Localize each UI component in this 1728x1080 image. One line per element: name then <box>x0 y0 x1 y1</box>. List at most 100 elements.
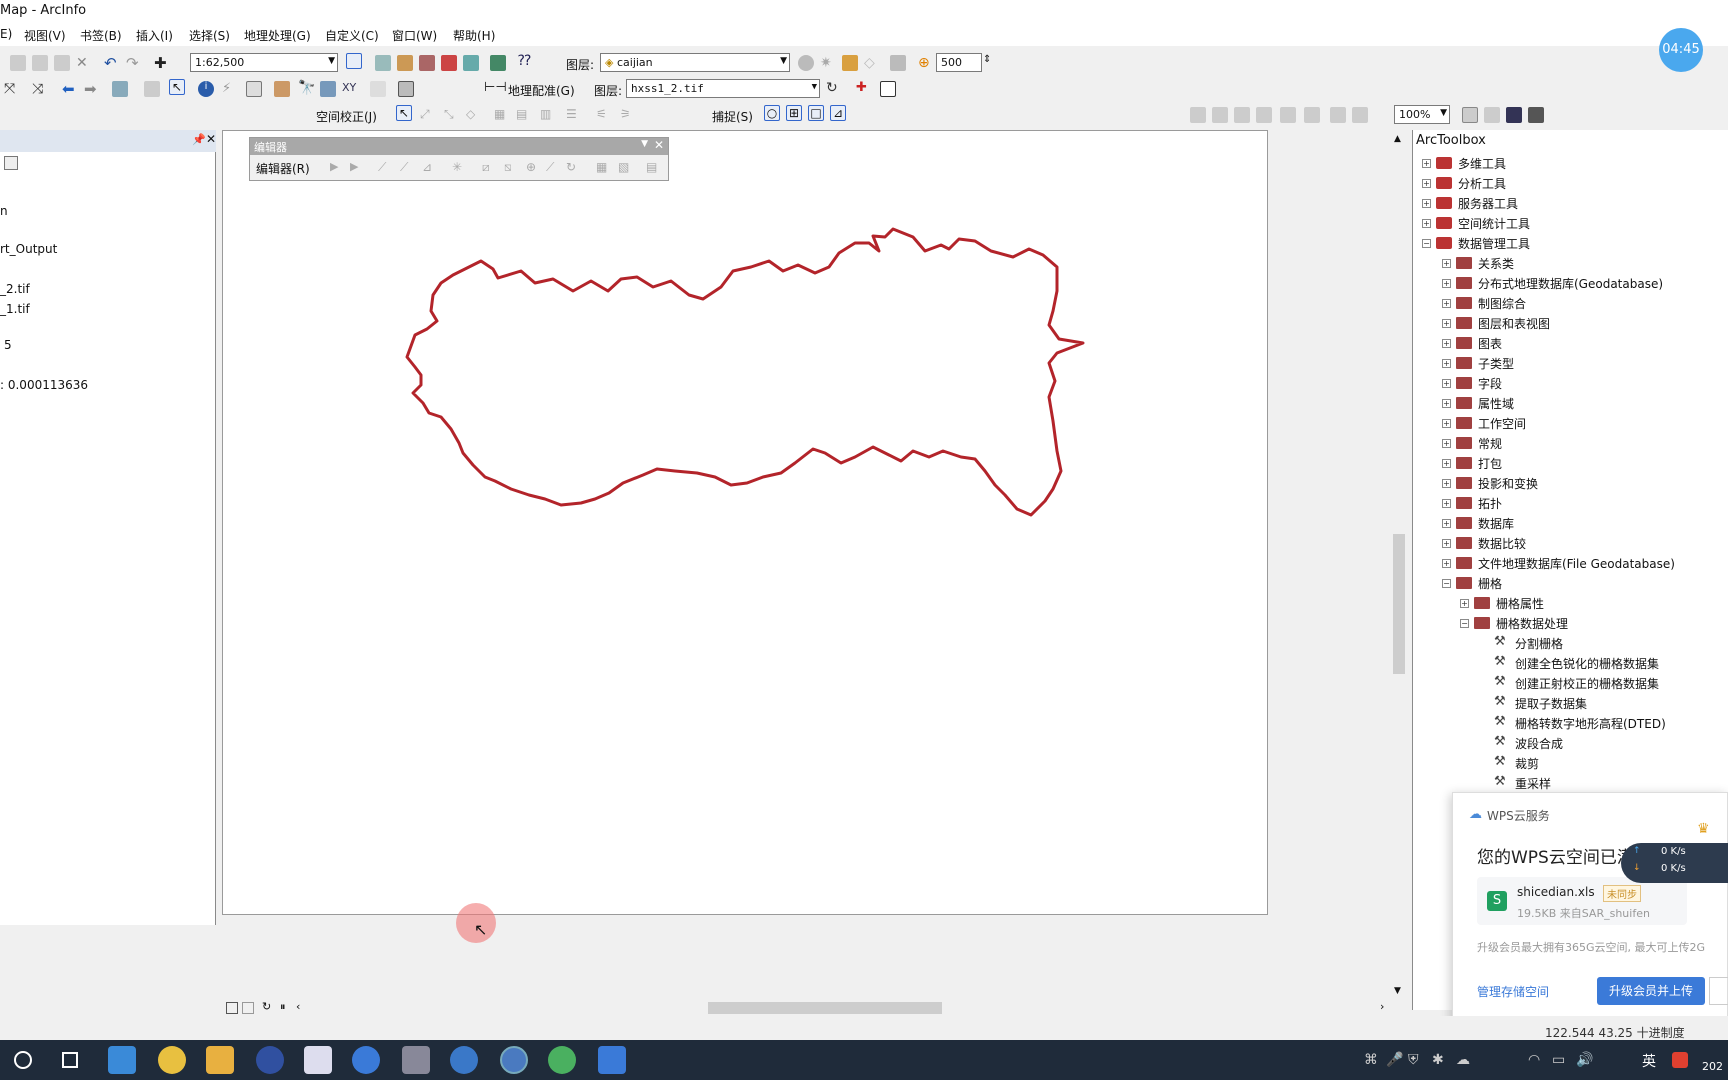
tree-item-topology[interactable]: 拓扑 <box>1478 495 1502 512</box>
rotate-icon[interactable]: ↻ <box>566 160 582 176</box>
layout-full-icon[interactable] <box>1256 107 1272 123</box>
end-point-arc-icon[interactable]: ⟋ <box>400 160 416 176</box>
layout-pan-icon[interactable] <box>1234 107 1250 123</box>
layout-view-icon[interactable] <box>242 1002 254 1014</box>
zoom-in-fixed-icon[interactable]: ⤧ <box>4 81 20 97</box>
tool-split-raster[interactable]: 分割栅格 <box>1515 635 1563 652</box>
viewer-icon[interactable] <box>398 81 414 97</box>
scroll-thumb[interactable] <box>1393 534 1405 674</box>
expand-icon[interactable]: + <box>1442 479 1451 488</box>
point-icon[interactable]: ✳ <box>452 160 468 176</box>
list-options-icon[interactable] <box>4 156 18 170</box>
map-view[interactable] <box>222 130 1268 915</box>
tree-item-generalization[interactable]: 制图综合 <box>1478 295 1526 312</box>
horizontal-scrollbar[interactable]: ↻ ⏸ ‹ › <box>222 1000 1392 1016</box>
link-table-icon-2[interactable]: ▥ <box>540 107 556 123</box>
multi-link-icon[interactable]: ◇ <box>466 107 482 123</box>
expand-icon[interactable]: + <box>1460 599 1469 608</box>
add-data-icon[interactable]: ✚ <box>154 54 170 72</box>
redo-icon[interactable]: ↷ <box>126 54 142 72</box>
tool-orthocorrected[interactable]: 创建正射校正的栅格数据集 <box>1515 675 1659 692</box>
edit-vertices-icon[interactable]: ⧄ <box>482 160 498 176</box>
attribute-transfer-icon[interactable]: ☰ <box>566 107 582 123</box>
point-snapping-icon[interactable]: ○ <box>764 105 780 121</box>
edit-tool-icon[interactable]: ↖ <box>396 105 412 121</box>
expand-icon[interactable]: + <box>1442 299 1451 308</box>
expand-icon[interactable]: + <box>1442 519 1451 528</box>
find-icon[interactable]: 🔭 <box>298 80 315 96</box>
delete-icon[interactable]: ✕ <box>76 55 92 71</box>
manage-storage-link[interactable]: 管理存储空间 <box>1477 983 1549 1000</box>
trace-icon[interactable]: ⊿ <box>422 160 438 176</box>
expand-icon[interactable]: + <box>1442 259 1451 268</box>
straight-segment-icon[interactable]: ⟋ <box>378 160 394 176</box>
toc-item[interactable]: _2.tif <box>0 282 30 296</box>
chevron-down-icon[interactable]: ▼ <box>641 139 648 149</box>
catalog-icon[interactable] <box>397 55 413 71</box>
hscroll-thumb[interactable] <box>708 1002 942 1014</box>
focus-data-frame-icon[interactable] <box>1484 107 1500 123</box>
tree-item-raster-properties[interactable]: 栅格属性 <box>1496 595 1544 612</box>
cut-polygons-icon[interactable]: ⊕ <box>526 160 542 176</box>
change-layout-icon[interactable] <box>1506 107 1522 123</box>
refresh-icon[interactable]: ↻ <box>262 1000 271 1013</box>
tray-network-icon[interactable]: ⌘ <box>1364 1052 1378 1068</box>
menu-help[interactable]: 帮助(H) <box>453 27 495 44</box>
tray-battery-icon[interactable]: ▭ <box>1552 1052 1565 1068</box>
tray-mic-icon[interactable]: 🎤 <box>1386 1052 1403 1068</box>
expand-icon[interactable]: + <box>1442 439 1451 448</box>
wps-tray-icon[interactable] <box>1672 1052 1688 1068</box>
menu-bookmarks[interactable]: 书签(B) <box>80 27 122 44</box>
vertical-scrollbar[interactable]: ▲ ▼ <box>1392 130 1406 1000</box>
arcmap-icon[interactable] <box>450 1046 478 1074</box>
back-icon[interactable]: ⬅ <box>62 80 78 98</box>
expand-icon[interactable]: + <box>1442 359 1451 368</box>
tree-item-general[interactable]: 常规 <box>1478 435 1502 452</box>
scale-combo[interactable]: 1:62,500 ▼ <box>190 53 338 72</box>
tree-item-fields[interactable]: 字段 <box>1478 375 1502 392</box>
link-table-icon[interactable] <box>880 81 896 97</box>
menu-insert[interactable]: 插入(I) <box>136 27 173 44</box>
expand-icon[interactable]: + <box>1442 419 1451 428</box>
arcinfo-active-icon[interactable] <box>500 1046 528 1074</box>
vertex-snapping-icon[interactable]: □ <box>808 105 824 121</box>
tool-composite-bands[interactable]: 波段合成 <box>1515 735 1563 752</box>
menu-edit[interactable]: E) <box>0 27 12 41</box>
time-slider-icon[interactable] <box>370 81 386 97</box>
tree-item-database[interactable]: 数据库 <box>1478 515 1514 532</box>
connect-icon[interactable] <box>490 55 506 71</box>
tree-item-domains[interactable]: 属性域 <box>1478 395 1514 412</box>
paste-icon[interactable] <box>54 55 70 71</box>
tree-item-file-gdb[interactable]: 文件地理数据库(File Geodatabase) <box>1478 555 1675 572</box>
zoom-percent-combo[interactable]: 100% ▼ <box>1394 105 1450 124</box>
close-icon[interactable]: ✕ <box>206 132 216 146</box>
expand-icon[interactable]: + <box>1442 399 1451 408</box>
split-icon[interactable]: ⟋ <box>546 160 562 176</box>
snap-value-input[interactable]: 500 <box>936 53 982 72</box>
layout-zoom-in-icon[interactable] <box>1190 107 1206 123</box>
html-popup-icon[interactable] <box>246 81 262 97</box>
calculator-icon[interactable] <box>108 1046 136 1074</box>
end-snapping-icon[interactable]: ⊞ <box>786 105 802 121</box>
printer-app-icon[interactable] <box>402 1046 430 1074</box>
layout-forward-icon[interactable] <box>1352 107 1368 123</box>
contrast-icon[interactable] <box>798 55 814 71</box>
edge-match-icon[interactable]: ⚟ <box>596 107 612 123</box>
hyperlink-icon[interactable]: ⚡ <box>222 81 238 97</box>
menu-geoprocessing[interactable]: 地理处理(G) <box>244 27 311 44</box>
modelbuilder-icon[interactable] <box>463 55 479 71</box>
tree-item-workspace[interactable]: 工作空间 <box>1478 415 1526 432</box>
wps-writer-icon[interactable] <box>598 1046 626 1074</box>
modify-link-icon[interactable]: ⤡ <box>444 107 460 123</box>
scroll-down-icon[interactable]: ▼ <box>1394 986 1401 996</box>
secondary-button[interactable] <box>1709 977 1728 1005</box>
tree-item-server[interactable]: 服务器工具 <box>1458 195 1518 212</box>
expand-icon[interactable]: + <box>1442 499 1451 508</box>
tree-item-multidimension[interactable]: 多维工具 <box>1458 155 1506 172</box>
copy-icon[interactable] <box>32 55 48 71</box>
tray-volume-icon[interactable]: 🔊 <box>1576 1052 1593 1068</box>
tray-bluetooth-icon[interactable]: ✱ <box>1432 1052 1444 1068</box>
expand-icon[interactable]: + <box>1442 279 1451 288</box>
scroll-right-icon[interactable]: › <box>1380 1000 1384 1013</box>
tree-item-analysis[interactable]: 分析工具 <box>1458 175 1506 192</box>
